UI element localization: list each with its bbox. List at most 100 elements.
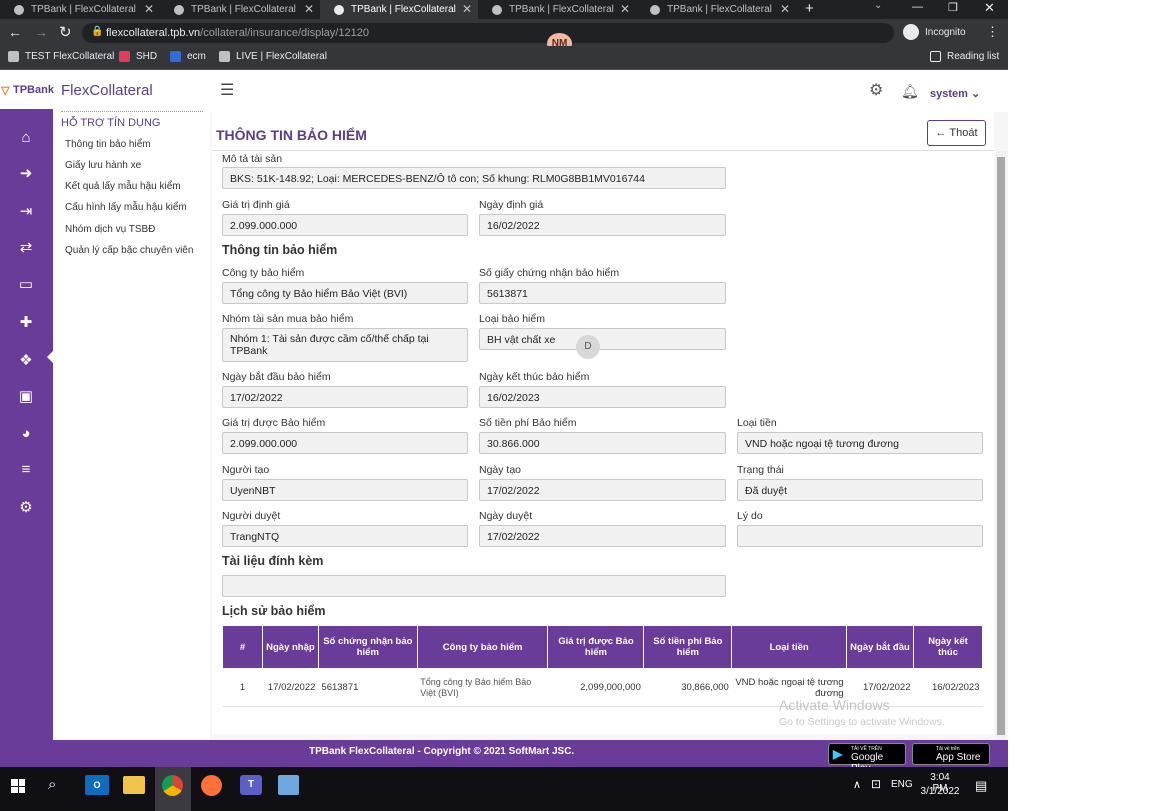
close-icon[interactable]: ✕: [620, 2, 630, 16]
menu-item-service-group[interactable]: Nhóm dịch vụ TSBĐ: [65, 224, 155, 235]
clock-date[interactable]: 3/1/2022: [920, 786, 960, 797]
chrome-icon[interactable]: [162, 775, 183, 796]
back-icon[interactable]: ←: [8, 24, 22, 40]
brand-logo: TPBank: [13, 84, 54, 96]
tab-favicon: [492, 4, 502, 15]
bookmark-favicon: [119, 51, 130, 62]
bookmark-item[interactable]: TEST FlexCollateral: [8, 51, 114, 62]
end-date-field[interactable]: 16/02/2023: [479, 386, 726, 408]
approved-date-field[interactable]: 17/02/2022: [479, 525, 726, 547]
app-icon[interactable]: [278, 775, 299, 795]
windows-start-icon[interactable]: [11, 779, 25, 793]
search-icon[interactable]: ⌕: [48, 776, 56, 793]
premium-field[interactable]: 30.866.000: [479, 432, 726, 454]
google-play-badge[interactable]: ▶ TẢI VỀ TRÊN Google Play: [828, 743, 906, 774]
close-icon[interactable]: ✕: [462, 2, 472, 16]
sign-in-icon[interactable]: ➜: [16, 165, 36, 183]
menu-heading: HỖ TRỢ TÍN DỤNG: [61, 117, 161, 129]
restore-icon[interactable]: ❐: [948, 1, 958, 14]
app-footer: TPBank FlexCollateral - Copyright © 2021…: [0, 740, 1008, 774]
teams-icon[interactable]: T: [240, 775, 262, 795]
notifications-icon[interactable]: ▤: [975, 778, 987, 794]
close-icon[interactable]: ✕: [304, 2, 314, 16]
file-explorer-icon[interactable]: [123, 776, 145, 794]
kebab-menu-icon[interactable]: ⋮: [986, 24, 999, 40]
valuation-field[interactable]: 2.099.000.000: [222, 214, 468, 236]
created-date-label: Ngày tạo: [479, 464, 522, 476]
credit-card-icon[interactable]: ▭: [16, 276, 36, 294]
exchange-icon[interactable]: ⇄: [16, 239, 36, 257]
start-date-field[interactable]: 17/02/2022: [222, 386, 468, 408]
pie-chart-icon[interactable]: ◕: [16, 425, 36, 443]
attachments-field[interactable]: [222, 575, 726, 597]
list-icon[interactable]: ≡: [16, 461, 36, 479]
sign-out-icon[interactable]: ⇥: [16, 203, 36, 221]
settings-icon[interactable]: ⚙: [16, 499, 36, 517]
status-field[interactable]: Đã duyệt: [737, 479, 983, 501]
reading-list-icon: [930, 51, 941, 62]
browser-tab[interactable]: TPBank | FlexCollateral ✕: [478, 0, 636, 19]
menu-item-vehicle-registration[interactable]: Giấy lưu hành xe: [65, 160, 141, 171]
hamburger-menu-icon[interactable]: ☰: [220, 83, 234, 99]
valuation-label: Giá trị định giá: [222, 199, 290, 211]
incognito-indicator[interactable]: Incognito: [903, 23, 966, 41]
network-icon[interactable]: ⊡: [871, 777, 881, 791]
insured-value-field[interactable]: 2.099.000.000: [222, 432, 468, 454]
approver-field[interactable]: TrangNTQ: [222, 525, 468, 547]
ins-type-field[interactable]: BH vật chất xe: [479, 328, 726, 350]
browser-tab[interactable]: TPBank | FlexCollateral ✕: [636, 0, 796, 19]
user-menu[interactable]: system ⌄: [930, 87, 980, 100]
puzzle-icon[interactable]: ✚: [16, 314, 36, 332]
page-title: THÔNG TIN BẢO HIỂM: [216, 127, 367, 143]
menu-item-sampling-config[interactable]: Cấu hình lấy mẫu hậu kiểm: [65, 202, 187, 213]
bookmark-item[interactable]: SHD: [119, 51, 157, 62]
app-store-badge[interactable]: Tải về trên App Store: [912, 743, 990, 765]
new-tab-button[interactable]: +: [805, 0, 814, 17]
bookmark-favicon: [219, 51, 230, 62]
menu-item-sampling-results[interactable]: Kết quả lấy mẫu hậu kiểm: [65, 181, 181, 192]
cubes-icon[interactable]: ❖: [16, 352, 36, 370]
browser-tab[interactable]: TPBank | FlexCollateral ✕: [160, 0, 320, 19]
menu-divider: [61, 111, 203, 112]
table-cell: 16/02/2023: [931, 682, 980, 693]
home-icon[interactable]: ⌂: [16, 129, 36, 147]
close-icon[interactable]: ✕: [144, 2, 154, 16]
forward-icon[interactable]: →: [34, 24, 48, 40]
gear-icon[interactable]: ⚙: [869, 83, 883, 99]
minimize-icon[interactable]: —: [912, 1, 923, 13]
tab-favicon: [174, 4, 184, 15]
chevron-down-icon[interactable]: ⌄: [874, 0, 882, 11]
browser-tab-active[interactable]: TPBank | FlexCollateral ✕: [320, 0, 478, 19]
creator-field[interactable]: UyenNBT: [222, 479, 468, 501]
bookmark-item[interactable]: LIVE | FlexCollateral: [219, 51, 327, 62]
title-divider: [212, 150, 994, 151]
asset-group-field[interactable]: Nhóm 1: Tài sản được cầm cố/thế chấp tại…: [222, 328, 468, 362]
approved-date-label: Ngày duyệt: [479, 510, 533, 522]
reload-icon[interactable]: ↻: [59, 23, 72, 41]
close-window-icon[interactable]: ✕: [984, 0, 995, 16]
bell-icon[interactable]: 🔔︎: [901, 83, 919, 99]
chevron-up-icon[interactable]: ∧: [853, 778, 861, 791]
browser-tab[interactable]: TPBank | FlexCollateral ✕: [0, 0, 160, 19]
insurance-section-title: Thông tin bảo hiểm: [222, 243, 338, 257]
bookmark-item[interactable]: ecm: [170, 51, 206, 62]
firefox-icon[interactable]: [201, 775, 222, 796]
scrollbar-thumb[interactable]: [997, 157, 1005, 735]
briefcase-icon[interactable]: ▣: [16, 388, 36, 406]
company-field[interactable]: Tổng công ty Bảo hiểm Bảo Việt (BVI): [222, 282, 468, 304]
reading-list-button[interactable]: Reading list: [930, 51, 999, 62]
menu-item-staff-levels[interactable]: Quản lý cấp bậc chuyên viên: [65, 245, 193, 256]
close-icon[interactable]: ✕: [780, 2, 790, 16]
reason-field[interactable]: [737, 525, 983, 547]
outlook-icon[interactable]: O: [85, 775, 109, 795]
language-indicator[interactable]: ENG: [891, 779, 913, 790]
valuation-date-field[interactable]: 16/02/2022: [479, 214, 726, 236]
address-bar[interactable]: 🔒 flexcollateral.tpb.vn/collateral/insur…: [82, 23, 894, 43]
back-button[interactable]: ← Thoát: [927, 120, 986, 146]
column-header: Loại tiền: [731, 625, 848, 669]
menu-item-insurance[interactable]: Thông tin bảo hiểm: [65, 139, 151, 150]
asset-desc-field[interactable]: BKS: 51K-148.92; Loại: MERCEDES-BENZ/Ô t…: [222, 167, 726, 189]
currency-field[interactable]: VND hoặc ngoại tệ tương đương: [737, 432, 983, 454]
cert-field[interactable]: 5613871: [479, 282, 726, 304]
created-date-field[interactable]: 17/02/2022: [479, 479, 726, 501]
